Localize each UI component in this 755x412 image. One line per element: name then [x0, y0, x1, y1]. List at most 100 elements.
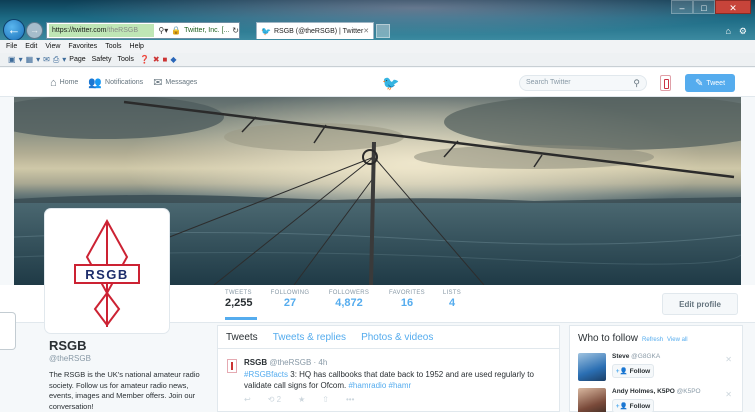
nav-home[interactable]: ⌂ Home — [50, 77, 78, 89]
dismiss-icon[interactable]: ✕ — [725, 390, 732, 399]
menu-edit[interactable]: Edit — [25, 43, 37, 50]
tweet-author-name[interactable]: RSGB — [244, 358, 267, 367]
more-icon[interactable]: ••• — [346, 395, 354, 404]
tab-twitter[interactable]: 🐦 RSGB (@theRSGB) | Twitter ✕ — [256, 22, 374, 39]
menu-view[interactable]: View — [45, 43, 60, 50]
command-safety[interactable]: Safety — [92, 56, 112, 63]
tweet-hashtags[interactable]: #hamradio #hamr — [348, 381, 411, 390]
stat-followers[interactable]: FOLLOWERS 4,872 — [327, 290, 371, 309]
refresh-link[interactable]: Refresh — [642, 337, 663, 343]
tweet[interactable]: RSGB @theRSGB · 4h #RSGBfacts 3: HQ has … — [218, 349, 559, 404]
follow-icon: +👤 — [615, 403, 628, 410]
stat-label: TWEETS — [225, 290, 252, 296]
site-identity[interactable]: Twitter, Inc. [... — [184, 27, 229, 34]
tab-tweets[interactable]: Tweets — [226, 332, 258, 343]
who-to-follow-header: Who to follow Refresh View all — [570, 326, 742, 344]
mail-icon[interactable]: ✉ — [43, 55, 50, 64]
stat-tweets[interactable]: TWEETS 2,255 — [225, 290, 257, 320]
maximize-icon[interactable]: □ — [693, 0, 715, 14]
twitter-topbar: ⌂ Home 👥 Notifications ✉ Messages 🐦 Sear… — [0, 68, 755, 97]
onenote-icon[interactable]: ■ — [163, 55, 168, 64]
window-controls: – □ ✕ — [671, 0, 751, 14]
nav-notifications[interactable]: 👥 Notifications — [88, 76, 143, 89]
view-all-link[interactable]: View all — [667, 337, 688, 343]
minimize-icon[interactable]: – — [671, 0, 693, 14]
tweet-author-handle[interactable]: @theRSGB · 4h — [269, 358, 327, 367]
stat-value: 4,872 — [335, 297, 363, 309]
profile-name[interactable]: RSGB — [49, 338, 214, 353]
search-dropdown-icon[interactable]: ⚲▾ — [158, 26, 168, 35]
suggested-user-name[interactable]: Steve @G8GKA — [612, 353, 660, 360]
refresh-icon[interactable]: ↻ — [232, 26, 239, 35]
retweet-icon[interactable]: ⟲ 2 — [268, 395, 281, 404]
tab-title: RSGB (@theRSGB) | Twitter — [273, 27, 364, 35]
favorite-icon[interactable]: ★ — [298, 395, 305, 404]
address-url[interactable]: https://twitter.com/theRSGB — [49, 24, 155, 37]
timeline: Tweets Tweets & replies Photos & videos … — [217, 325, 560, 412]
side-panel-handle[interactable] — [0, 312, 16, 350]
profile-bio: RSGB @theRSGB The RSGB is the UK's natio… — [49, 338, 214, 412]
profile-avatar[interactable]: RSGB — [45, 209, 169, 333]
tab-tweets-replies[interactable]: Tweets & replies — [273, 332, 346, 343]
nav-messages[interactable]: ✉ Messages — [153, 76, 197, 89]
favorites-icon[interactable]: ▣ — [8, 55, 16, 64]
suggested-user-avatar[interactable] — [578, 353, 606, 381]
profile-description: The RSGB is the UK's national amateur ra… — [49, 370, 200, 411]
tweet-hashtag[interactable]: #RSGBfacts — [244, 370, 288, 379]
notifications-icon: 👥 — [88, 77, 103, 89]
search-input[interactable]: Search Twitter ⚲ — [519, 75, 647, 91]
forward-arrow-icon[interactable]: → — [26, 22, 43, 39]
dismiss-icon[interactable]: ✕ — [725, 355, 732, 364]
bluetooth-icon[interactable]: ◆ — [170, 55, 176, 64]
nav-home-label: Home — [59, 79, 79, 86]
reply-icon[interactable]: ↩ — [244, 395, 251, 404]
tab-close-icon[interactable]: ✕ — [363, 27, 369, 35]
suggested-user-name[interactable]: Andy Holmes, K5PO @K5PO — [612, 388, 701, 395]
account-avatar[interactable] — [660, 75, 671, 91]
stat-value: 27 — [283, 297, 297, 309]
tweet-button[interactable]: ✎ Tweet — [685, 74, 735, 92]
tab-photos-videos[interactable]: Photos & videos — [361, 332, 433, 343]
stat-label: FAVORITES — [389, 290, 425, 296]
menu-tools[interactable]: Tools — [105, 43, 121, 50]
follow-icon: +👤 — [615, 368, 628, 375]
research-icon[interactable]: ✖ — [153, 55, 160, 64]
nav-messages-label: Messages — [165, 79, 198, 86]
home-icon[interactable]: ⌂ — [725, 26, 730, 37]
stat-lists[interactable]: LISTS 4 — [440, 290, 464, 309]
tweet-avatar[interactable] — [227, 359, 237, 373]
follow-button[interactable]: +👤 Follow — [612, 399, 654, 412]
edit-profile-button[interactable]: Edit profile — [662, 293, 738, 315]
print-icon[interactable]: ⎙ — [53, 55, 59, 65]
new-tab-button[interactable] — [376, 24, 390, 38]
gear-icon[interactable]: ⚙ — [739, 26, 747, 37]
stat-favorites[interactable]: FAVORITES 16 — [385, 290, 429, 309]
profile-handle[interactable]: @theRSGB — [49, 354, 214, 363]
twitter-bird-icon: 🐦 — [261, 26, 271, 36]
address-bar[interactable]: https://twitter.com/theRSGB ⚲▾ 🔒 Twitter… — [46, 22, 240, 39]
timeline-tabs: Tweets Tweets & replies Photos & videos — [218, 326, 559, 349]
dropdown-icon: ▾ — [36, 55, 41, 64]
lock-icon[interactable]: 🔒 — [171, 26, 181, 35]
url-host: https://twitter.com — [52, 27, 107, 34]
back-arrow-icon[interactable]: ← — [3, 19, 25, 41]
tweet-button-label: Tweet — [706, 79, 726, 87]
suggested-user-avatar[interactable] — [578, 388, 606, 412]
twitter-logo-icon[interactable]: 🐦 — [382, 75, 399, 92]
menu-help[interactable]: Help — [130, 43, 144, 50]
close-icon[interactable]: ✕ — [715, 0, 751, 14]
share-icon[interactable]: ⇧ — [322, 395, 329, 404]
who-to-follow-title: Who to follow — [578, 333, 639, 344]
feeds-icon[interactable]: ▦ — [26, 55, 34, 64]
stat-following[interactable]: FOLLOWING 27 — [270, 290, 310, 309]
menu-favorites[interactable]: Favorites — [68, 43, 97, 50]
command-page[interactable]: Page — [69, 56, 85, 63]
stat-value: 4 — [448, 297, 456, 309]
search-icon[interactable]: ⚲ — [633, 76, 640, 90]
help-icon[interactable]: ❓ — [140, 55, 150, 64]
command-tools[interactable]: Tools — [118, 56, 134, 63]
retweet-count: 2 — [276, 395, 282, 404]
menu-bar: File Edit View Favorites Tools Help — [0, 40, 755, 53]
follow-button[interactable]: +👤 Follow — [612, 364, 654, 378]
menu-file[interactable]: File — [6, 43, 17, 50]
